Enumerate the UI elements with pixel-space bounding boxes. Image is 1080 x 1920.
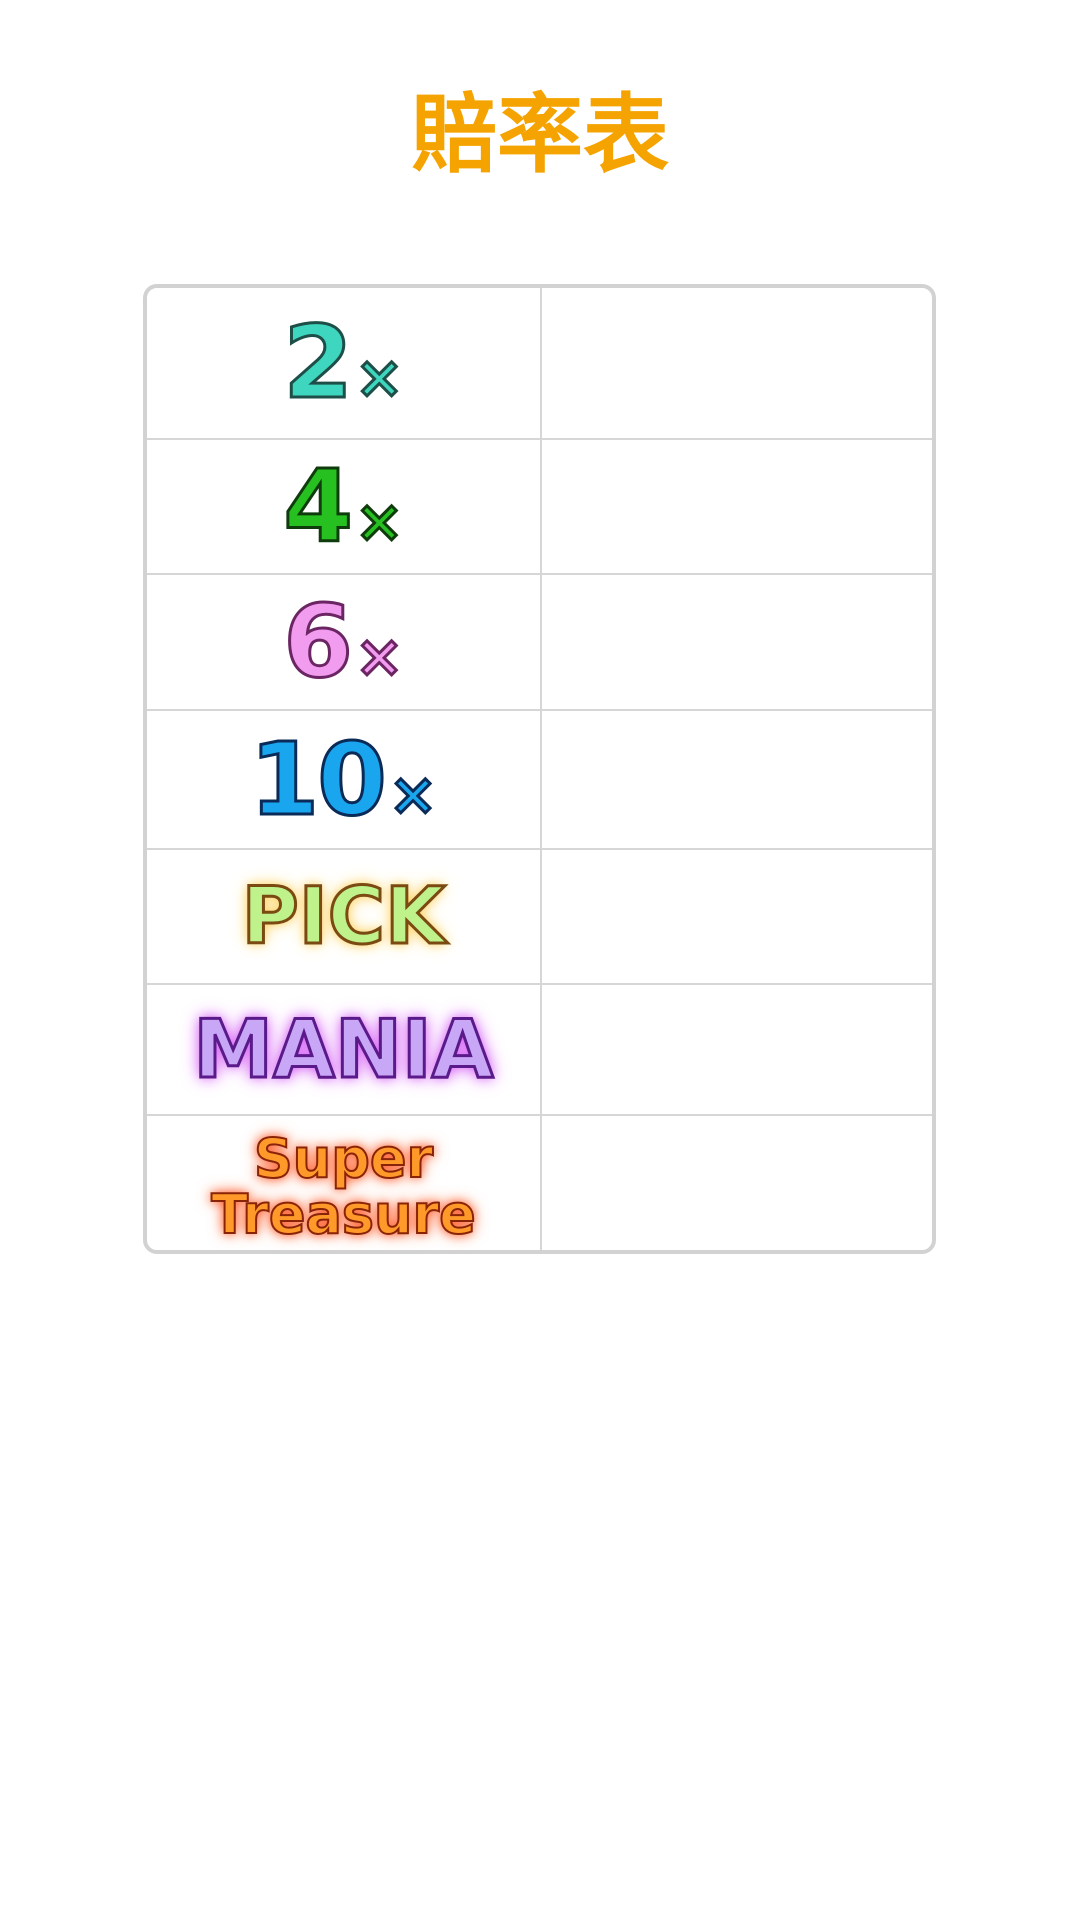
multiplier-sign: ×	[353, 622, 405, 690]
symbol-pick: PICK	[240, 871, 447, 962]
symbol-number: 4	[282, 447, 355, 565]
table-row: Super Treasure	[147, 1116, 932, 1250]
symbol-cell: PICK	[147, 850, 542, 983]
symbol-number: 2	[282, 304, 355, 421]
symbol-cell: Super Treasure	[147, 1116, 542, 1250]
multiplier-sign: ×	[353, 486, 405, 555]
payout-cell	[542, 985, 932, 1114]
multiplier-sign: ×	[387, 759, 439, 828]
symbol-10x: 10 ×	[248, 720, 439, 838]
table-row: 4 ×	[147, 440, 932, 575]
payout-cell	[542, 711, 932, 848]
table-row: MANIA	[147, 985, 932, 1116]
symbol-cell: 4 ×	[147, 440, 542, 573]
payout-cell	[542, 850, 932, 983]
page-title: 賠率表	[411, 85, 669, 185]
symbol-mania: MANIA	[192, 1002, 495, 1096]
symbol-2x: 2 ×	[282, 304, 405, 421]
symbol-cell: 2 ×	[147, 288, 542, 438]
symbol-number: 6	[282, 583, 355, 700]
payout-cell	[542, 288, 932, 438]
symbol-super-treasure: Super Treasure	[210, 1127, 476, 1246]
symbol-4x: 4 ×	[282, 447, 405, 565]
symbol-super-line1: Super	[253, 1127, 434, 1190]
payout-cell	[542, 1116, 932, 1250]
symbol-number: 10	[248, 720, 388, 838]
table-row: 10 ×	[147, 711, 932, 850]
table-row: 2 ×	[147, 288, 932, 440]
symbol-6x: 6 ×	[282, 583, 405, 700]
symbol-cell: MANIA	[147, 985, 542, 1114]
symbol-cell: 10 ×	[147, 711, 542, 848]
symbol-cell: 6 ×	[147, 575, 542, 709]
payout-cell	[542, 440, 932, 573]
symbol-super-line2: Treasure	[210, 1183, 476, 1246]
multiplier-sign: ×	[353, 343, 405, 411]
table-row: 6 ×	[147, 575, 932, 711]
table-row: PICK	[147, 850, 932, 985]
paytable: 2 × 4 × 6 × 10 × PICK MANIA Super Treasu…	[143, 284, 936, 1254]
payout-cell	[542, 575, 932, 709]
